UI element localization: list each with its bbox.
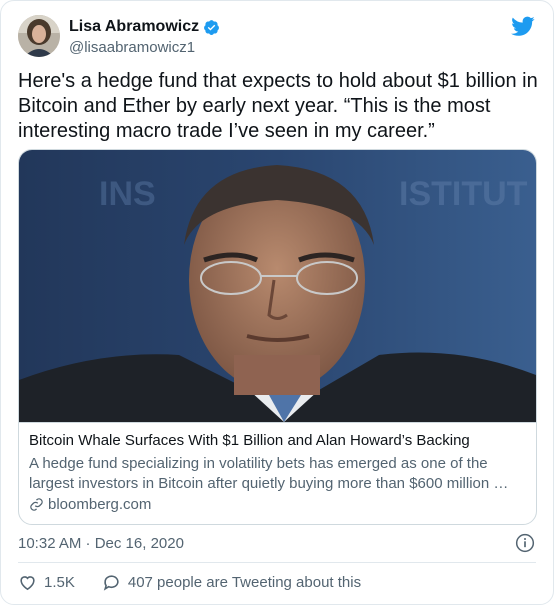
speech-bubble-icon [103,575,119,591]
card-image[interactable]: ISTITUT INS [19,150,536,422]
avatar[interactable] [18,15,60,57]
tweet-timestamp[interactable]: 10:32 AM · Dec 16, 2020 [18,535,184,552]
author-name[interactable]: Lisa Abramowicz [69,18,199,36]
tweet-card: Lisa Abramowicz @lisaabramowicz1 Here's … [0,0,554,605]
like-button[interactable]: 1.5K [18,573,75,592]
card-domain-text: bloomberg.com [48,496,152,513]
card-title[interactable]: Bitcoin Whale Surfaces With $1 Billion a… [29,432,529,449]
info-icon[interactable] [515,533,535,553]
svg-text:ISTITUT: ISTITUT [399,175,528,213]
twitter-bird-icon[interactable] [511,16,535,37]
conversation-label: 407 people are Tweeting about this [127,574,362,591]
verified-badge-icon [204,19,220,35]
svg-text:INS: INS [99,175,156,213]
card-domain[interactable]: bloomberg.com [29,496,151,513]
heart-icon [20,576,35,591]
author-handle[interactable]: @lisaabramowicz1 [69,39,195,56]
like-count: 1.5K [44,574,75,591]
tweet-text: Here's a hedge fund that expects to hold… [18,70,538,142]
card-description: A hedge fund specializing in volatility … [29,455,509,492]
conversation-button[interactable]: 407 people are Tweeting about this [102,573,361,592]
card-divider [19,422,536,423]
link-icon [30,498,43,511]
link-card[interactable]: ISTITUT INS Bitcoin Whale Surfaces With … [18,149,537,525]
divider [18,562,536,563]
